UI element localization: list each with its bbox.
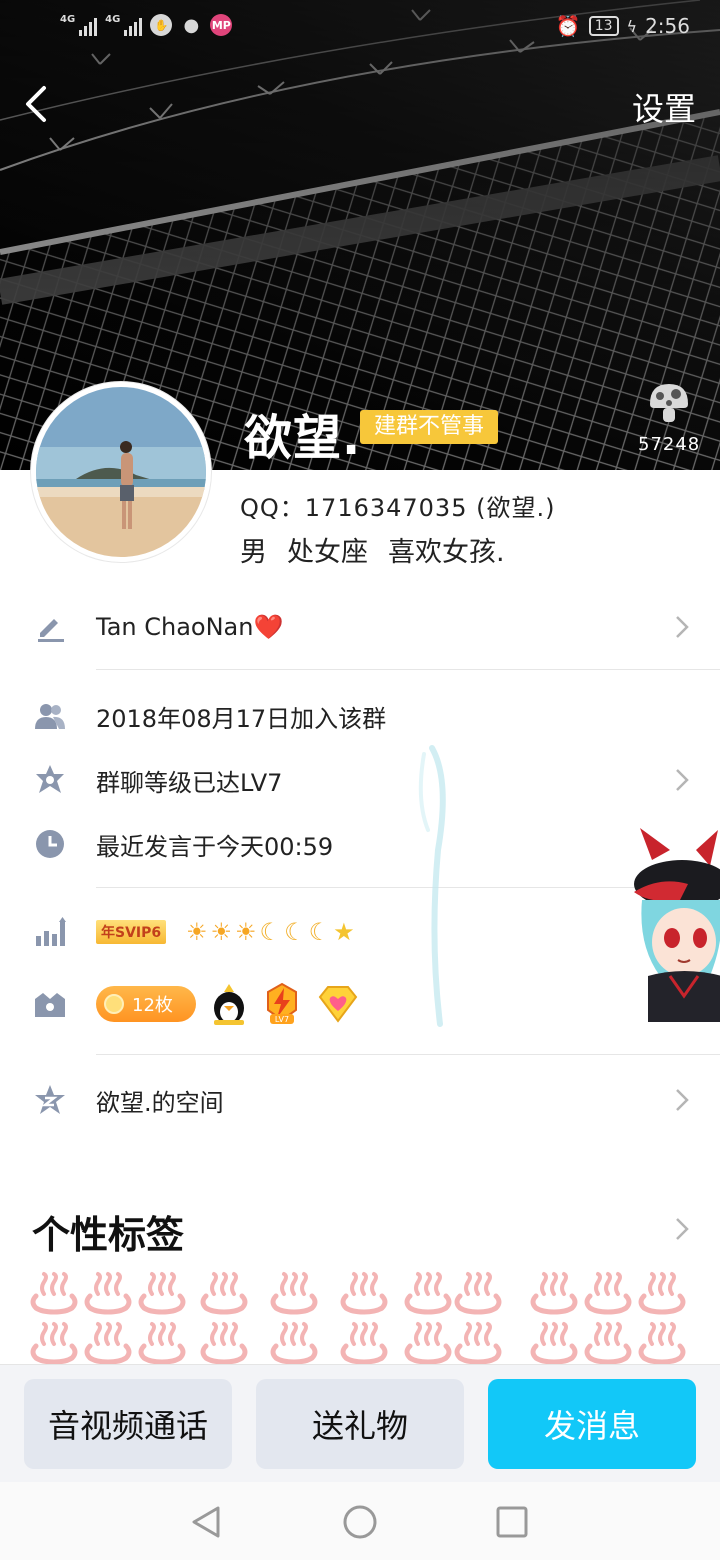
visitor-counter[interactable]: 57248 xyxy=(638,380,700,455)
qzone-star-icon xyxy=(33,1083,67,1117)
gender-label: 男 xyxy=(240,537,267,568)
wechat-icon: ● xyxy=(183,14,200,36)
sun-icon: ☀ xyxy=(235,918,257,946)
charging-icon: ϟ xyxy=(626,16,638,36)
hand-icon: ✋ xyxy=(150,14,173,36)
system-nav-bar xyxy=(0,1482,720,1560)
sun-icon: ☀ xyxy=(186,918,208,946)
signature-label: 喜欢女孩. xyxy=(388,537,505,568)
group-nickname-row[interactable]: Tan ChaoNan❤️ xyxy=(0,597,720,657)
join-date-row: 2018年08月17日加入该群 xyxy=(0,686,720,746)
devil-boy-sticker xyxy=(634,828,720,1022)
chevron-right-icon xyxy=(676,1089,689,1111)
members-icon xyxy=(33,699,67,733)
network-type-label: 4G xyxy=(60,14,76,25)
network-type-label-2: 4G xyxy=(105,14,121,25)
lightning-lv7-icon: LV7 xyxy=(267,982,297,1024)
pencil-icon xyxy=(33,610,67,644)
back-arrow-icon[interactable] xyxy=(18,82,58,126)
battery-icon: 13 xyxy=(588,16,619,36)
moon-icon: ☾ xyxy=(284,918,306,946)
signal-icon: 4G xyxy=(60,14,98,36)
chart-up-icon xyxy=(33,915,67,949)
divider xyxy=(96,669,720,670)
svg-text:LV7: LV7 xyxy=(275,1015,289,1024)
last-speak-row: 最近发言于今天00:59 xyxy=(0,814,720,874)
qq-level-icons: ☀ ☀ ☀ ☾ ☾ ☾ ★ xyxy=(186,919,355,945)
settings-button[interactable]: 设置 xyxy=(632,84,696,130)
group-level: 群聊等级已达LV7 xyxy=(96,768,283,797)
hot-spring-pattern xyxy=(30,1268,692,1368)
coin-badge: 12枚 xyxy=(96,986,196,1022)
divider xyxy=(96,1054,720,1055)
qq-level-row[interactable]: 年SVIP6 ☀ ☀ ☀ ☾ ☾ ☾ ★ xyxy=(0,902,720,962)
zodiac-label: 处女座 xyxy=(287,537,368,568)
penguin-medal-icon xyxy=(214,984,244,1025)
chevron-right-icon xyxy=(676,616,689,638)
qq-number[interactable]: QQ：1716347035 (欲望.) xyxy=(240,488,555,523)
profile-nickname: 欲望. xyxy=(244,410,362,466)
chevron-right-icon[interactable] xyxy=(672,1214,692,1244)
visitor-count: 57248 xyxy=(638,434,701,455)
av-call-button[interactable]: 音视频通话 xyxy=(24,1379,232,1469)
moon-icon: ☾ xyxy=(308,918,331,946)
nav-recents-icon[interactable] xyxy=(492,1502,532,1542)
star-badge-icon xyxy=(33,763,67,797)
avatar-photo xyxy=(36,387,206,557)
medals-row[interactable]: 12枚 LV7 xyxy=(0,974,720,1034)
star-icon: ★ xyxy=(333,918,355,946)
avatar[interactable] xyxy=(31,382,211,562)
mp-icon: MP xyxy=(210,14,233,36)
clock-icon xyxy=(33,827,67,861)
chevron-right-icon xyxy=(676,769,689,791)
group-level-row[interactable]: 群聊等级已达LV7 xyxy=(0,750,720,810)
light-streak-decoration xyxy=(418,745,446,1027)
status-bar: 4G 4G ✋ ● MP ⏰ 13 ϟ 2:56 xyxy=(0,0,720,56)
profile-tags: 男处女座 喜欢女孩. xyxy=(240,530,525,569)
send-message-button[interactable]: 发消息 xyxy=(488,1379,696,1469)
join-date: 2018年08月17日加入该群 xyxy=(96,704,387,733)
sun-icon: ☀ xyxy=(210,918,233,946)
send-gift-button[interactable]: 送礼物 xyxy=(256,1379,464,1469)
qzone-link: 欲望.的空间 xyxy=(96,1088,224,1117)
group-title-badge[interactable]: 建群不管事 xyxy=(360,410,499,444)
personal-tags-title: 个性标签 xyxy=(32,1213,185,1257)
svip-badge: 年SVIP6 xyxy=(96,920,167,944)
signal-icon-2: 4G xyxy=(105,14,143,36)
divider xyxy=(96,887,720,888)
medal-list: LV7 xyxy=(210,982,360,1026)
coin-count: 12枚 xyxy=(132,995,173,1016)
nav-home-icon[interactable] xyxy=(340,1502,380,1542)
last-speak-time: 最近发言于今天00:59 xyxy=(96,832,334,861)
crown-box-icon xyxy=(33,987,67,1021)
nav-back-icon[interactable] xyxy=(186,1502,226,1542)
clock-time: 2:56 xyxy=(645,14,690,38)
coin-icon xyxy=(104,994,124,1014)
moon-icon: ☾ xyxy=(259,918,282,946)
bottom-action-bar: 音视频通话 送礼物 发消息 xyxy=(0,1364,720,1482)
qzone-row[interactable]: 欲望.的空间 xyxy=(0,1070,720,1130)
alarm-icon: ⏰ xyxy=(555,14,581,38)
mushroom-icon xyxy=(650,384,688,422)
diamond-heart-icon xyxy=(318,986,358,1023)
group-nickname: Tan ChaoNan❤️ xyxy=(96,613,284,641)
